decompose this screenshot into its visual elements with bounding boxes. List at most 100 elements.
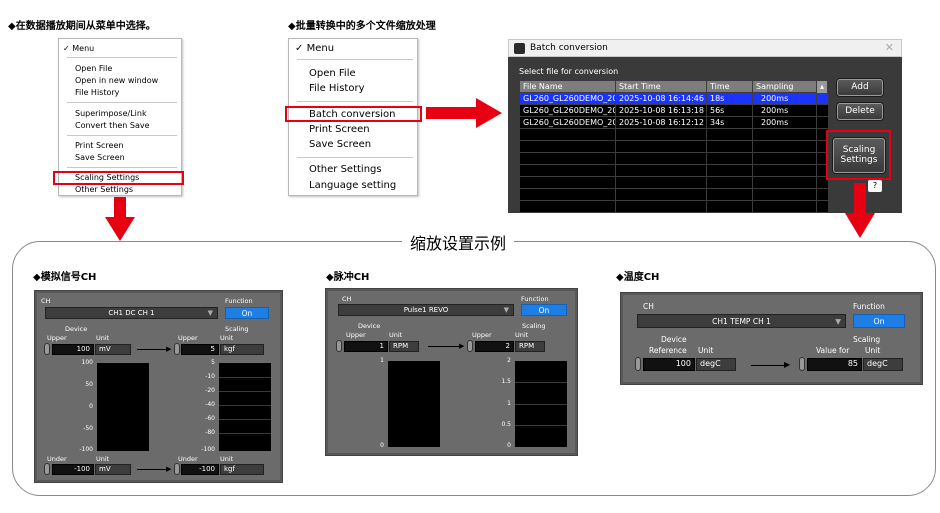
device-reference-input[interactable]: 100 [643,358,695,371]
table-row[interactable]: GL260_GL260DEMO_20... 2025-10-08 16:14:4… [520,93,828,105]
ch-label: CH [643,302,654,311]
unit-label: Unit [865,346,881,355]
highlight-batch-conversion [285,106,422,122]
menu-item-other-settings[interactable]: Other Settings [75,185,181,194]
analog-scaling-panel: CH CH1 DC CH 1 ▼ Function On Device Scal… [34,290,283,483]
menu-item-open-new-window[interactable]: Open in new window [75,76,181,85]
scaling-value-unit[interactable]: degC [863,358,903,371]
column-header[interactable]: Time [707,81,753,93]
device-upper-input[interactable]: 1 [344,341,388,352]
unit-label: Unit [220,334,234,342]
column-header[interactable]: Sampling [753,81,817,93]
menu-item-save-screen[interactable]: Save Screen [309,139,417,150]
stepper-knob[interactable] [635,357,641,371]
device-label: Device [358,322,381,330]
add-button[interactable]: Add [837,79,883,96]
tick-label: -20 [205,387,215,394]
scaling-upper-unit[interactable]: kgf [220,344,264,355]
arrow-down-icon [845,183,875,238]
scaling-chart [515,361,567,447]
arrow-line [751,365,785,366]
tick-label: 1.5 [501,378,511,385]
device-reference-unit[interactable]: degC [696,358,736,371]
table-row [520,189,828,201]
table-row [520,141,828,153]
ch-label: CH [342,295,352,303]
menu-item-language-setting[interactable]: Language setting [309,180,417,191]
highlight-scaling-button [826,130,891,180]
device-under-unit[interactable]: mV [95,464,131,475]
column-header[interactable]: Start Time [616,81,707,93]
ch-select[interactable]: CH1 TEMP CH 1 ▼ [637,314,846,328]
section-title: 缩放设置示例 [402,230,515,254]
stepper-knob[interactable] [174,463,180,475]
stepper-knob[interactable] [174,343,180,355]
menu-item-print-screen[interactable]: Print Screen [75,141,181,150]
arrow-right-icon: ▶ [784,360,791,369]
menu-item-open-file[interactable]: Open File [309,68,417,79]
table-row[interactable]: GL260_GL260DEMO_20... 2025-10-08 16:12:1… [520,117,828,129]
tick-label: -40 [205,401,215,408]
tick-label: 1 [507,400,511,407]
scaling-upper-unit[interactable]: RPM [515,341,545,352]
note-pulse: ◆脉冲CH [326,272,370,283]
function-label: Function [853,302,885,311]
menu-item-open-file[interactable]: Open File [75,64,181,73]
column-header[interactable]: File Name [520,81,616,93]
scaling-label: Scaling [522,322,546,330]
function-on-button[interactable]: On [225,307,269,319]
ch-select[interactable]: CH1 DC CH 1 ▼ [45,307,218,319]
menu-item-other-settings[interactable]: Other Settings [309,164,417,175]
check-icon: ✓ [295,43,304,54]
scaling-value-input[interactable]: 85 [807,358,862,371]
stepper-knob[interactable] [467,340,473,352]
window-titlebar: Batch conversion ✕ [508,39,902,57]
function-on-button[interactable]: On [853,314,905,328]
function-label: Function [521,295,549,303]
scroll-up-icon[interactable]: ▴ [817,81,828,93]
menu-item-superimpose[interactable]: Superimpose/Link [75,109,181,118]
device-upper-unit[interactable]: mV [95,344,131,355]
stepper-knob[interactable] [44,463,50,475]
tick-label: 0 [89,403,93,410]
upper-label: Upper [346,331,366,339]
stepper-knob[interactable] [799,357,805,371]
value-for-label: Value for [816,346,850,355]
scaling-upper-input[interactable]: 5 [181,344,219,355]
table-header: File Name Start Time Time Sampling ▴ [520,81,828,93]
upper-label: Upper [472,331,492,339]
stepper-knob[interactable] [336,340,342,352]
menu-header: ✓ Menu [295,43,335,54]
ch-select[interactable]: Pulse1 REVO ▼ [338,304,514,316]
scaling-under-unit[interactable]: kgf [220,464,264,475]
table-row [520,177,828,189]
check-icon: ✓ [63,44,70,53]
table-row [520,165,828,177]
menu-separator [297,157,413,158]
tick-label: -60 [205,415,215,422]
device-chart [388,361,440,447]
menu-item-save-screen[interactable]: Save Screen [75,153,181,162]
scaling-upper-input[interactable]: 2 [475,341,514,352]
device-label: Device [661,335,687,344]
menu-header: ✓ Menu [63,44,95,53]
menu-item-file-history[interactable]: File History [309,83,417,94]
arrow-line [137,469,167,470]
device-under-input[interactable]: -100 [52,464,94,475]
table-row[interactable]: GL260_GL260DEMO_20... 2025-10-08 16:13:1… [520,105,828,117]
tick-label: 0 [380,442,384,449]
arrow-right-icon: ▶ [459,342,465,350]
menu-item-print-screen[interactable]: Print Screen [309,124,417,135]
stepper-knob[interactable] [44,343,50,355]
tick-label: -100 [79,446,93,453]
menu-item-file-history[interactable]: File History [75,88,181,97]
menu-item-convert-save[interactable]: Convert then Save [75,121,181,130]
function-on-button[interactable]: On [521,304,567,316]
scaling-under-input[interactable]: -100 [181,464,219,475]
device-upper-unit[interactable]: RPM [389,341,419,352]
delete-button[interactable]: Delete [837,103,883,120]
upper-label: Upper [47,334,67,342]
device-upper-input[interactable]: 100 [52,344,94,355]
tick-label: 2 [507,357,511,364]
close-icon[interactable]: ✕ [885,41,894,54]
